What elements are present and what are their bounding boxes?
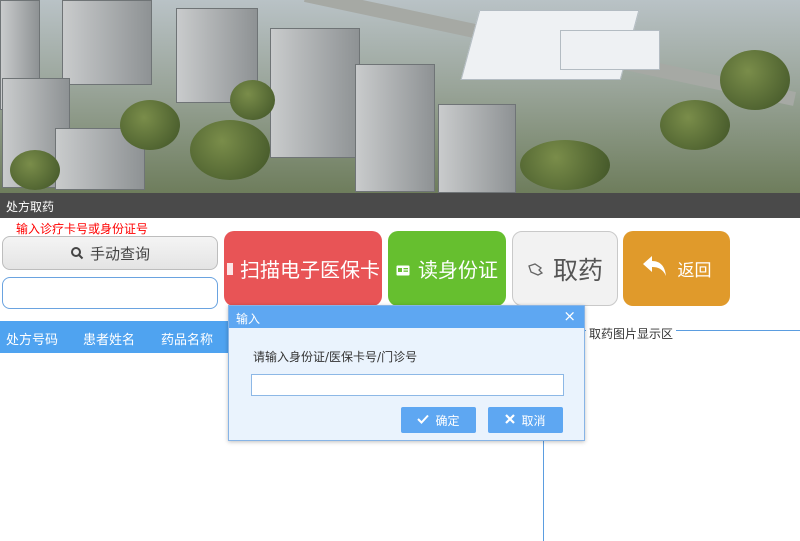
column-prescription-number: 处方号码: [6, 333, 59, 348]
dialog-title-bar: 输入 ×: [229, 306, 584, 328]
scan-medical-card-label: 扫描电子医保卡: [240, 258, 380, 282]
read-id-card-label: 读身份证: [418, 258, 498, 282]
read-id-card-button[interactable]: 读身份证: [388, 231, 506, 306]
medicine-image-panel-legend: 取药图片显示区: [586, 325, 677, 342]
dialog-prompt: 请输入身份证/医保卡号/门诊号: [253, 350, 418, 364]
input-hint: 输入诊疗卡号或身份证号: [16, 222, 149, 236]
input-dialog: 输入 × 请输入身份证/医保卡号/门诊号 确定 取消: [228, 305, 585, 441]
back-label: 返回: [677, 261, 712, 281]
confirm-button[interactable]: 确定: [401, 407, 476, 433]
cancel-button[interactable]: 取消: [488, 407, 563, 433]
column-medicine-name: 药品名称: [161, 333, 214, 348]
search-icon: [70, 246, 84, 260]
x-icon: [505, 413, 516, 427]
window-title: 处方取药: [6, 200, 55, 214]
back-button[interactable]: 返回: [623, 231, 730, 306]
take-medicine-button[interactable]: 取药: [512, 231, 618, 306]
header-banner-image: [0, 0, 800, 193]
confirm-label: 确定: [435, 413, 460, 428]
hand-icon: [527, 254, 545, 283]
manual-query-button[interactable]: 手动查询: [2, 236, 218, 270]
id-number-input[interactable]: [251, 374, 564, 396]
card-icon: [226, 257, 234, 281]
window-title-bar: 处方取药: [0, 193, 800, 218]
dialog-title: 输入: [236, 312, 261, 326]
column-patient-name: 患者姓名: [83, 333, 136, 348]
manual-query-label: 手动查询: [89, 244, 150, 263]
take-medicine-label: 取药: [552, 255, 603, 285]
cancel-label: 取消: [521, 413, 546, 428]
close-icon[interactable]: ×: [563, 308, 576, 324]
scan-medical-card-button[interactable]: 扫描电子医保卡: [224, 231, 382, 306]
id-card-icon: [396, 257, 410, 281]
check-icon: [417, 413, 430, 427]
card-number-input[interactable]: [2, 277, 218, 309]
undo-arrow-icon: [642, 254, 668, 283]
